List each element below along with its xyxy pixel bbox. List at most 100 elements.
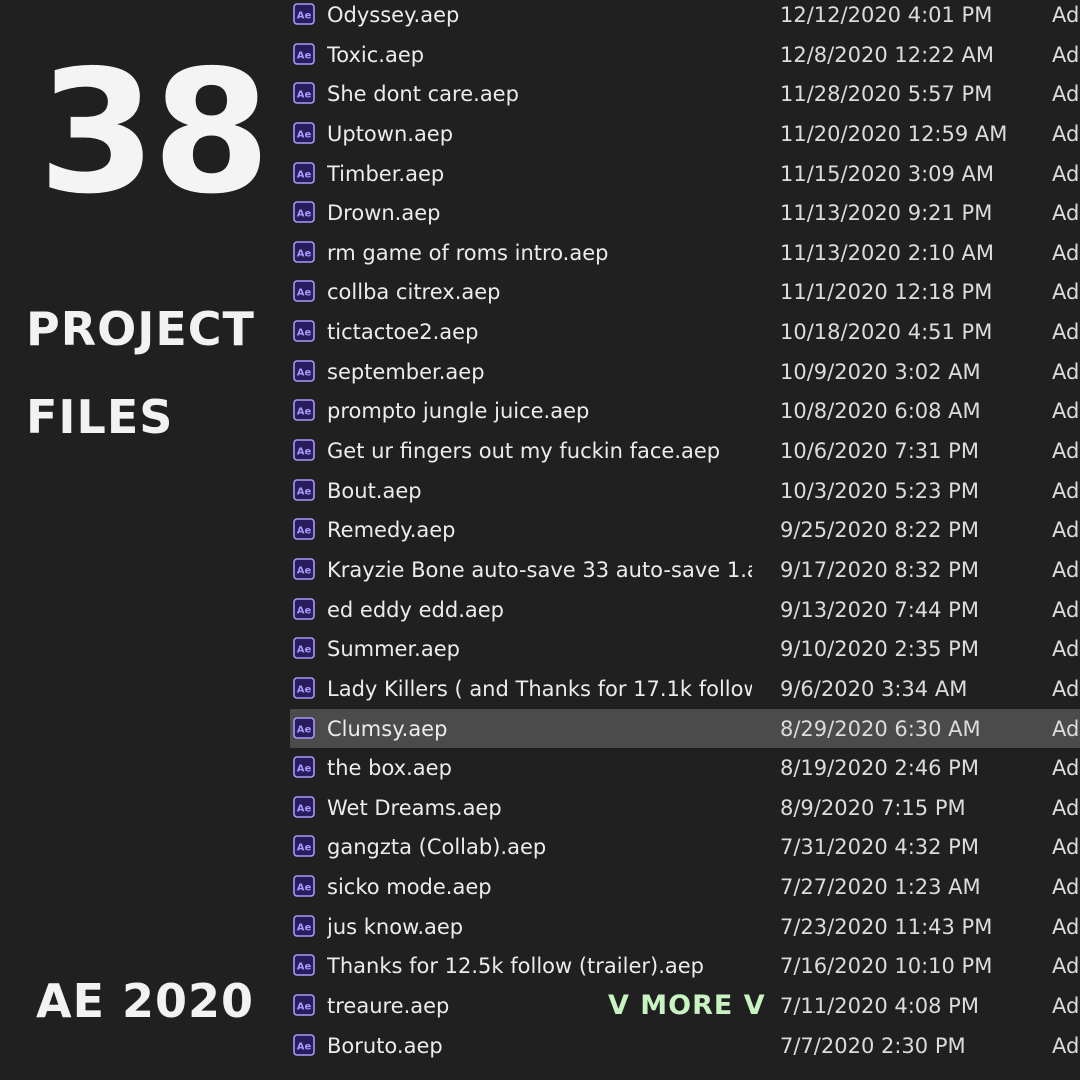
file-row[interactable]: Ae gangzta (Collab).aep 7/31/2020 4:32 PM A… [290, 827, 1080, 867]
file-type: Ad [1052, 914, 1080, 939]
file-row[interactable]: Ae tictactoe2.aep 10/18/2020 4:51 PM Ad [290, 312, 1080, 352]
file-type: Ad [1052, 359, 1080, 384]
after-effects-file-icon: Ae [293, 3, 315, 25]
file-row[interactable]: Ae Toxic.aep 12/8/2020 12:22 AM Ad [290, 35, 1080, 75]
file-type: Ad [1052, 875, 1080, 900]
file-row[interactable]: Ae Uptown.aep 11/20/2020 12:59 AM Ad [290, 114, 1080, 154]
svg-text:Ae: Ae [297, 1041, 312, 1052]
after-effects-file-icon: Ae [293, 914, 315, 937]
svg-text:Ae: Ae [297, 1002, 312, 1013]
file-row[interactable]: Ae collba citrex.aep 11/1/2020 12:18 PM Ad [290, 272, 1080, 312]
svg-text:Ae: Ae [297, 209, 312, 220]
file-date-modified: 12/8/2020 12:22 AM [780, 42, 995, 67]
file-row[interactable]: Ae Bout.aep 10/3/2020 5:23 PM Ad [290, 471, 1080, 511]
file-date-modified: 12/12/2020 4:01 PM [780, 3, 993, 27]
file-row[interactable]: Ae sicko mode.aep 7/27/2020 1:23 AM Ad [290, 867, 1080, 907]
file-name: She dont care.aep [327, 82, 519, 107]
file-type: Ad [1052, 835, 1080, 860]
file-row[interactable]: Ae Summer.aep 9/10/2020 2:35 PM Ad [290, 629, 1080, 669]
file-row[interactable]: Ae Thanks for 12.5k follow (trailer).aep 7… [290, 946, 1080, 986]
file-row[interactable]: Ae prompto jungle juice.aep 10/8/2020 6:08… [290, 391, 1080, 431]
file-date-modified: 10/18/2020 4:51 PM [780, 320, 993, 345]
file-row[interactable]: Ae Clumsy.aep 8/29/2020 6:30 AM Ad [290, 708, 1080, 749]
svg-text:Ae: Ae [297, 605, 312, 616]
file-row[interactable]: Ae rm game of roms intro.aep 11/13/2020 2:… [290, 233, 1080, 273]
after-effects-file-icon: Ae [293, 399, 315, 422]
svg-text:Ae: Ae [297, 50, 312, 61]
file-type: Ad [1052, 597, 1080, 622]
file-name: Remedy.aep [327, 518, 456, 543]
file-date-modified: 7/31/2020 4:32 PM [780, 835, 979, 860]
file-date-modified: 8/9/2020 7:15 PM [780, 795, 966, 820]
file-row[interactable]: Ae She dont care.aep 11/28/2020 5:57 PM Ad [290, 74, 1080, 114]
file-type: Ad [1052, 795, 1080, 820]
file-name: Clumsy.aep [327, 716, 448, 741]
svg-text:Ae: Ae [297, 803, 312, 814]
file-type: Ad [1052, 557, 1080, 582]
after-effects-file-icon: Ae [293, 122, 315, 144]
file-row[interactable]: Ae ed eddy edd.aep 9/13/2020 7:44 PM Ad [290, 590, 1080, 630]
after-effects-file-icon: Ae [293, 954, 315, 977]
file-name: rm game of roms intro.aep [327, 240, 609, 265]
after-effects-file-icon: Ae [293, 359, 315, 382]
file-type: Ad [1052, 716, 1080, 741]
file-row[interactable]: Ae Boruto.aep 7/7/2020 2:30 PM Ad [290, 1026, 1080, 1066]
file-date-modified: 11/20/2020 12:59 AM [780, 121, 1008, 146]
svg-text:Ae: Ae [297, 169, 312, 180]
file-type: Ad [1052, 82, 1080, 107]
ae-version-label: AE 2020 [36, 974, 255, 1028]
after-effects-file-icon: Ae [293, 82, 315, 105]
after-effects-file-icon: Ae [293, 597, 315, 620]
after-effects-file-icon: Ae [293, 518, 315, 541]
svg-text:Ae: Ae [297, 883, 312, 894]
file-row[interactable]: Ae Odyssey.aep 12/12/2020 4:01 PM Ad [290, 0, 1080, 35]
file-type: Ad [1052, 240, 1080, 265]
svg-text:Ae: Ae [297, 328, 312, 339]
file-row[interactable]: Ae Krayzie Bone auto-save 33 auto-save 1.… [290, 550, 1080, 590]
file-date-modified: 8/19/2020 2:46 PM [780, 756, 979, 781]
file-name: Toxic.aep [327, 42, 425, 67]
file-row[interactable]: Ae Remedy.aep 9/25/2020 8:22 PM Ad [290, 510, 1080, 550]
svg-text:Ae: Ae [297, 684, 312, 695]
svg-text:Ae: Ae [297, 486, 312, 497]
file-date-modified: 9/13/2020 7:44 PM [780, 597, 979, 622]
svg-text:Ae: Ae [297, 922, 312, 933]
file-date-modified: 7/16/2020 10:10 PM [780, 954, 993, 979]
file-date-modified: 11/28/2020 5:57 PM [780, 82, 993, 107]
file-type: Ad [1052, 399, 1080, 424]
file-date-modified: 11/15/2020 3:09 AM [780, 161, 995, 186]
file-row[interactable]: Ae Drown.aep 11/13/2020 9:21 PM Ad [290, 193, 1080, 233]
svg-text:Ae: Ae [297, 248, 312, 259]
after-effects-file-icon: Ae [293, 478, 315, 501]
file-row[interactable]: Ae Get ur fingers out my fuckin face.aep 1… [290, 431, 1080, 471]
file-name: Summer.aep [327, 637, 460, 662]
file-row[interactable]: Ae Lady Killers ( and Thanks for 17.1k fo… [290, 669, 1080, 709]
after-effects-file-icon: Ae [293, 637, 315, 660]
file-row[interactable]: Ae jus know.aep 7/23/2020 11:43 PM Ad [290, 907, 1080, 947]
after-effects-file-icon: Ae [293, 241, 315, 263]
file-type: Ad [1052, 518, 1080, 543]
file-name: september.aep [327, 359, 485, 384]
svg-text:Ae: Ae [297, 764, 312, 775]
after-effects-file-icon: Ae [293, 796, 315, 818]
file-name: Lady Killers ( and Thanks for 17.1k foll… [327, 676, 752, 701]
file-type: Ad [1052, 1033, 1080, 1058]
file-type: Ad [1052, 478, 1080, 503]
svg-text:Ae: Ae [297, 367, 312, 378]
svg-text:Ae: Ae [297, 565, 312, 576]
file-date-modified: 11/13/2020 9:21 PM [780, 201, 993, 226]
svg-text:Ae: Ae [297, 407, 312, 418]
file-name: Boruto.aep [327, 1033, 443, 1058]
svg-text:Ae: Ae [297, 526, 312, 537]
project-label: PROJECT [26, 302, 255, 356]
file-row[interactable]: Ae Wet Dreams.aep 8/9/2020 7:15 PM Ad [290, 788, 1080, 828]
file-row[interactable]: Ae Timber.aep 11/15/2020 3:09 AM Ad [290, 154, 1080, 194]
file-type: Ad [1052, 439, 1080, 464]
file-row[interactable]: Ae september.aep 10/9/2020 3:02 AM Ad [290, 352, 1080, 392]
svg-text:Ae: Ae [297, 90, 312, 101]
promo-text-panel: 38 PROJECT FILES AE 2020 [0, 0, 285, 1080]
svg-text:Ae: Ae [297, 129, 312, 140]
file-row[interactable]: Ae the box.aep 8/19/2020 2:46 PM Ad [290, 748, 1080, 788]
after-effects-file-icon: Ae [293, 42, 315, 65]
after-effects-file-icon: Ae [293, 756, 315, 778]
